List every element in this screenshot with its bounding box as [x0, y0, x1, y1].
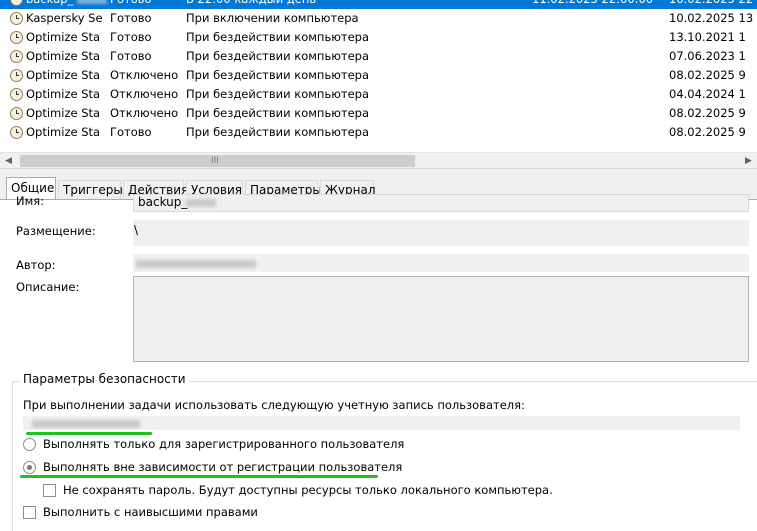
clock-icon [10, 0, 23, 6]
task-trigger: При бездействии компьютера [186, 87, 370, 101]
task-name: Optimize Sta [26, 106, 101, 120]
task-status: Готово [110, 49, 152, 63]
task-row[interactable]: Optimize Sta Готово При бездействии компью… [0, 123, 757, 142]
name-label: Имя: [16, 194, 45, 208]
account-highlight-underline [26, 432, 152, 435]
task-row[interactable]: Kaspersky Se Готово При включении компьюте… [0, 9, 757, 28]
clock-icon [10, 12, 23, 25]
checkbox-do-not-store-password[interactable] [43, 484, 56, 497]
task-row[interactable]: Optimize Sta Отключено При бездействии ком… [0, 66, 757, 85]
security-group-title: Параметры безопасности [20, 372, 189, 386]
panel-divider[interactable] [0, 168, 757, 176]
task-row[interactable]: Optimize Sta Готово При бездействии компью… [0, 47, 757, 66]
tab-triggers[interactable]: Триггеры [58, 180, 123, 200]
task-clock-icon [9, 47, 23, 66]
checkbox-highest-privileges[interactable] [23, 506, 36, 519]
task-last-run: 10.02.2025 22 [669, 0, 757, 9]
horizontal-scrollbar[interactable]: ◀ III ▶ [0, 152, 757, 168]
account-field [23, 416, 740, 430]
task-trigger: При бездействии компьютера [186, 106, 370, 120]
task-row[interactable]: backup_ГотовоВ 22:00 каждый день11.02.20… [0, 0, 757, 9]
scroll-right-arrow-icon[interactable]: ▶ [740, 153, 757, 169]
clock-icon [10, 50, 23, 63]
task-row[interactable]: Optimize Sta Отключено При бездействии ком… [0, 104, 757, 123]
name-field[interactable]: backup_ [133, 194, 749, 212]
scroll-left-arrow-icon[interactable]: ◀ [0, 153, 17, 169]
scrollbar-grip-icon: III [211, 156, 219, 166]
task-name: Optimize Sta [26, 30, 101, 44]
description-field[interactable] [133, 276, 749, 362]
location-label: Размещение: [16, 224, 96, 238]
task-last-run: 13.10.2021 1 [669, 30, 746, 44]
clock-icon [10, 88, 23, 101]
task-last-run: 08.02.2025 9 [669, 68, 746, 82]
task-status: Готово [110, 30, 152, 44]
task-trigger: При бездействии компьютера [186, 30, 370, 44]
task-trigger: При бездействии компьютера [186, 49, 370, 63]
task-clock-icon [9, 9, 23, 28]
task-name: Optimize Sta [26, 49, 101, 63]
task-next-run: 11.02.2025 22:00:00 [532, 0, 662, 9]
task-last-run: 10.02.2025 13 [669, 11, 754, 25]
task-clock-icon [9, 123, 23, 142]
task-status: Отключено [110, 106, 179, 120]
author-redacted [136, 260, 256, 268]
account-redacted [32, 420, 140, 428]
task-status: Готово [110, 11, 152, 25]
radio-highlight-underline [20, 475, 378, 478]
task-status: Отключено [110, 68, 179, 82]
task-name-redacted [77, 0, 107, 4]
radio-logged-on-only-label: Выполнять только для зарегистрированного… [43, 437, 405, 451]
task-trigger: При бездействии компьютера [186, 68, 370, 82]
clock-icon [10, 31, 23, 44]
task-status: Готово [110, 0, 182, 9]
location-value: \ [134, 223, 139, 237]
description-label: Описание: [16, 280, 80, 294]
task-trigger: В 22:00 каждый день [186, 0, 526, 9]
task-clock-icon [9, 104, 23, 123]
task-name: Kaspersky Se [26, 11, 103, 25]
author-label: Автор: [16, 258, 56, 272]
radio-logged-on-only[interactable] [23, 438, 36, 451]
task-clock-icon [9, 66, 23, 85]
task-clock-icon [9, 28, 23, 47]
checkbox-highest-privileges-label: Выполнить с наивысшими правами [43, 505, 258, 519]
name-redacted [186, 199, 216, 207]
radio-run-whether-logged-on-label: Выполнять вне зависимости от регистрации… [43, 460, 403, 474]
task-last-run: 07.06.2023 1 [669, 49, 746, 63]
task-list: backup_ГотовоВ 22:00 каждый день11.02.20… [0, 0, 757, 152]
task-name: Optimize Sta [26, 125, 101, 139]
name-value: backup_ [138, 195, 188, 209]
task-row[interactable]: Optimize Sta Отключено При бездействии ком… [0, 85, 757, 104]
checkbox-do-not-store-password-label: Не сохранять пароль. Будут доступны ресу… [63, 483, 553, 497]
location-field: \ [133, 220, 749, 246]
task-last-run: 04.04.2024 1 [669, 87, 746, 101]
clock-icon [10, 69, 23, 82]
radio-run-whether-logged-on[interactable] [23, 461, 36, 474]
task-trigger: При бездействии компьютера [186, 125, 370, 139]
general-panel: Имя: backup_ Размещение: \ Автор: Описан… [0, 194, 757, 531]
task-clock-icon [9, 0, 23, 9]
task-trigger: При включении компьютера [186, 11, 359, 25]
clock-icon [10, 107, 23, 120]
task-name: Optimize Sta [26, 68, 101, 82]
clock-icon [10, 126, 23, 139]
account-prompt: При выполнении задачи использовать следу… [23, 398, 525, 412]
task-last-run: 08.02.2025 9 [669, 106, 746, 120]
task-last-run: 08.02.2025 9 [669, 125, 746, 139]
task-name: Optimize Sta [26, 87, 101, 101]
task-status: Готово [110, 125, 152, 139]
task-clock-icon [9, 85, 23, 104]
author-field [133, 254, 749, 272]
scrollbar-thumb[interactable]: III [20, 155, 415, 167]
task-row[interactable]: Optimize Sta Готово При бездействии компью… [0, 28, 757, 47]
task-status: Отключено [110, 87, 179, 101]
